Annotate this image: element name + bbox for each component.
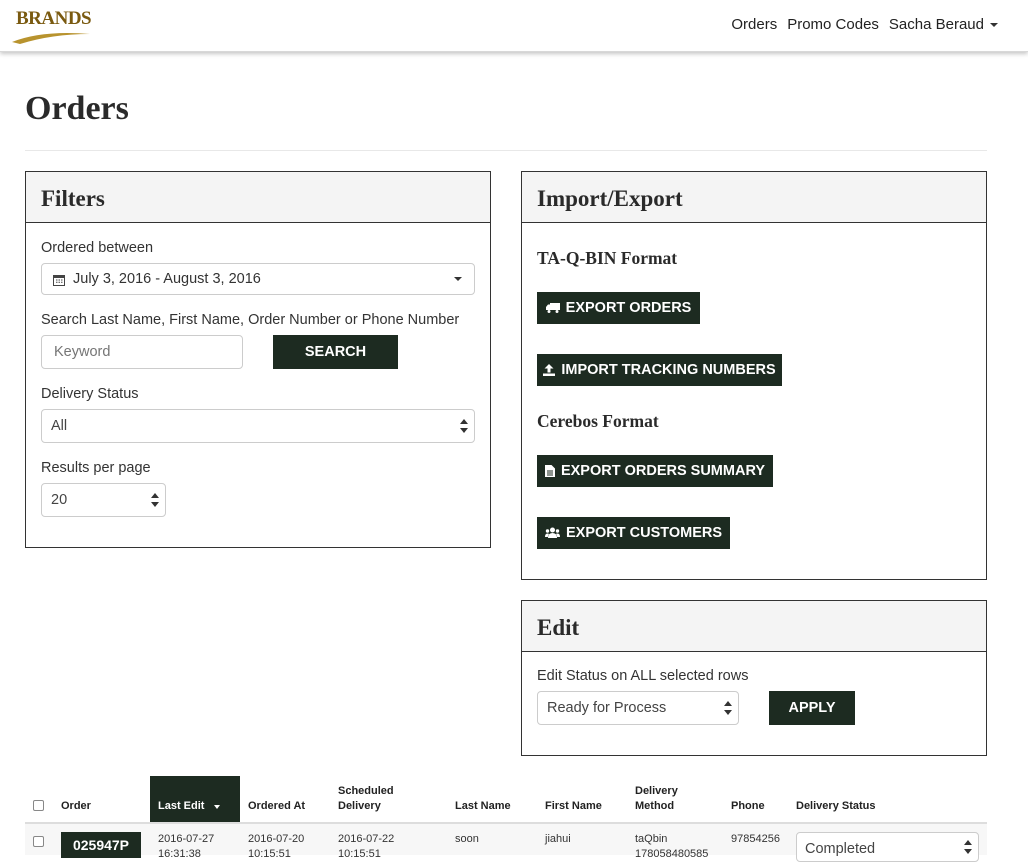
- results-per-page-label: Results per page: [41, 460, 151, 476]
- edit-title: Edit: [522, 601, 986, 652]
- date-range-value: July 3, 2016 - August 3, 2016: [73, 271, 261, 287]
- file-icon: [544, 465, 555, 477]
- users-icon: [544, 527, 560, 538]
- edit-status-value: Ready for Process: [547, 700, 667, 716]
- delivery-method-cell: taQbin: [635, 833, 668, 845]
- header-last-edit-label: Last Edit: [158, 800, 205, 812]
- divider: [25, 150, 987, 151]
- truck-icon: [545, 303, 560, 313]
- apply-button[interactable]: APPLY: [769, 691, 855, 725]
- calendar-icon: [53, 275, 65, 286]
- edit-status-label: Edit Status on ALL selected rows: [537, 668, 749, 684]
- export-customers-label: EXPORT CUSTOMERS: [565, 525, 723, 541]
- keyword-input[interactable]: [41, 335, 243, 369]
- header-phone[interactable]: Phone: [731, 799, 765, 814]
- nav-promo-codes-link[interactable]: Promo Codes: [787, 16, 879, 33]
- taqbin-heading: TA-Q-BIN Format: [537, 248, 678, 268]
- filters-title: Filters: [26, 172, 490, 223]
- import-tracking-numbers-button[interactable]: IMPORT TRACKING NUMBERS: [537, 354, 782, 386]
- header-last-name[interactable]: Last Name: [455, 799, 511, 814]
- header-scheduled-line1[interactable]: Scheduled: [338, 784, 394, 799]
- header-order[interactable]: Order: [61, 799, 91, 814]
- header-delivery-line2[interactable]: Method: [635, 799, 674, 814]
- edit-panel: Edit Edit Status on ALL selected rows Re…: [521, 600, 987, 756]
- phone-cell: 97854256: [731, 833, 780, 845]
- sort-down-icon: [214, 805, 220, 809]
- select-arrows-icon: [724, 701, 732, 715]
- results-per-page-select[interactable]: 20: [41, 483, 166, 517]
- last-edit-date: 2016-07-27: [158, 833, 215, 845]
- nav-links: Orders Promo Codes Sacha Beraud: [731, 16, 998, 33]
- results-per-page-value: 20: [51, 492, 68, 508]
- header-scheduled-line2[interactable]: Delivery: [338, 799, 381, 814]
- edit-status-select[interactable]: Ready for Process: [537, 691, 739, 725]
- ordered-between-label: Ordered between: [41, 240, 154, 256]
- search-button[interactable]: SEARCH: [273, 335, 398, 369]
- date-range-picker[interactable]: July 3, 2016 - August 3, 2016: [41, 263, 475, 295]
- logo-swoosh-icon: [12, 33, 90, 44]
- nav-orders-link[interactable]: Orders: [731, 16, 777, 33]
- export-summary-label: EXPORT ORDERS SUMMARY: [560, 463, 766, 479]
- delivery-status-label: Delivery Status: [41, 386, 139, 402]
- top-navbar: BRANDS Orders Promo Codes Sacha Beraud: [0, 0, 1028, 52]
- user-menu[interactable]: Sacha Beraud: [889, 16, 998, 33]
- row-status-select[interactable]: Completed: [796, 832, 979, 862]
- upload-icon: [543, 364, 556, 376]
- first-name-cell: jiahui: [545, 833, 571, 845]
- last-name-cell: soon: [455, 833, 479, 845]
- header-delivery-status[interactable]: Delivery Status: [796, 799, 875, 814]
- header-ordered-at[interactable]: Ordered At: [248, 799, 305, 814]
- cerebos-heading: Cerebos Format: [537, 411, 659, 431]
- header-last-edit[interactable]: Last Edit: [150, 776, 240, 823]
- chevron-down-icon: [990, 23, 998, 28]
- select-arrows-icon: [460, 419, 468, 433]
- brands-logo[interactable]: BRANDS: [12, 8, 92, 44]
- user-name: Sacha Beraud: [888, 16, 984, 33]
- import-tracking-label: IMPORT TRACKING NUMBERS: [561, 362, 776, 378]
- export-customers-button[interactable]: EXPORT CUSTOMERS: [537, 517, 730, 549]
- row-checkbox[interactable]: [33, 836, 44, 847]
- export-orders-button[interactable]: EXPORT ORDERS: [537, 292, 700, 324]
- delivery-status-value: All: [51, 418, 68, 434]
- header-delivery-line1[interactable]: Delivery: [635, 784, 678, 799]
- chevron-down-icon: [454, 277, 462, 281]
- header-first-name[interactable]: First Name: [545, 799, 602, 814]
- filters-panel: Filters Ordered between July 3, 2016 - A…: [25, 171, 491, 548]
- delivery-status-select[interactable]: All: [41, 409, 475, 443]
- ordered-at-date: 2016-07-20: [248, 833, 305, 845]
- export-orders-label: EXPORT ORDERS: [565, 300, 692, 316]
- import-export-panel: Import/Export TA-Q-BIN Format EXPORT ORD…: [521, 171, 987, 580]
- scheduled-date: 2016-07-22: [338, 833, 395, 845]
- select-all-checkbox[interactable]: [33, 800, 44, 811]
- select-arrows-icon: [151, 493, 159, 507]
- select-arrows-icon: [964, 840, 972, 854]
- search-label: Search Last Name, First Name, Order Numb…: [41, 312, 460, 328]
- logo-text: BRANDS: [16, 8, 92, 29]
- page-title: Orders: [25, 90, 129, 127]
- import-export-title: Import/Export: [522, 172, 986, 223]
- export-orders-summary-button[interactable]: EXPORT ORDERS SUMMARY: [537, 455, 773, 487]
- order-number-button[interactable]: 025947P: [61, 832, 141, 858]
